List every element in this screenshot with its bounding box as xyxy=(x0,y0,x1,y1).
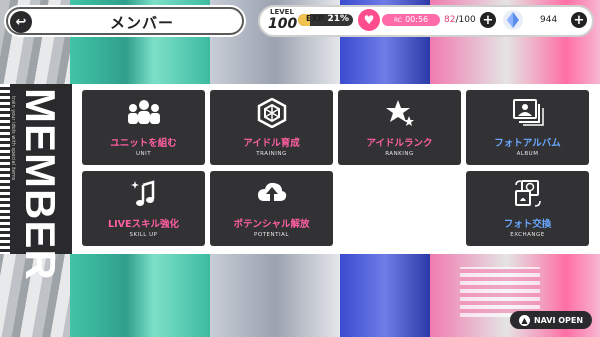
back-arrow-icon: ↩ xyxy=(15,14,27,30)
back-button[interactable]: ↩ xyxy=(10,11,32,33)
star-rank-icon xyxy=(385,100,414,126)
skill-up-tile-sublabel: SKILL UP xyxy=(129,232,158,238)
unit-tile[interactable]: ユニットを組む UNIT xyxy=(82,90,205,165)
stamina-timer-value: 00:56 xyxy=(405,15,429,24)
album-tile-sublabel: ALBUM xyxy=(516,151,539,157)
unit-tile-sublabel: UNIT xyxy=(135,151,152,157)
ranking-tile[interactable]: アイドルランク RANKING xyxy=(338,90,461,165)
potential-tile-sublabel: POTENTIAL xyxy=(254,232,289,238)
navi-open-label: NAVI OPEN xyxy=(533,315,584,325)
navi-open-button[interactable]: ▲ NAVI OPEN xyxy=(510,311,592,329)
stamina-current: 82 xyxy=(444,15,456,25)
potential-tile-label: ポテンシャル解放 xyxy=(233,219,310,230)
photo-exchange-icon xyxy=(514,180,541,207)
ranking-tile-sublabel: RANKING xyxy=(385,151,414,157)
training-tile-label: アイドル育成 xyxy=(243,138,300,149)
level-label: LEVEL xyxy=(270,8,294,16)
exchange-tile[interactable]: フォト交換 EXCHANGE xyxy=(466,171,589,246)
exchange-tile-label: フォト交換 xyxy=(503,219,552,230)
skill-up-tile-label: LIVEスキル強化 xyxy=(108,219,179,230)
training-tile[interactable]: アイドル育成 TRAINING xyxy=(210,90,333,165)
training-tile-sublabel: TRAINING xyxy=(256,151,287,157)
up-arrow-icon: ▲ xyxy=(518,314,530,326)
exp-label: EXP xyxy=(306,14,324,23)
stamina-count: 82/100 xyxy=(444,15,476,25)
music-note-sparkle-icon xyxy=(130,180,154,206)
hexagon-training-icon xyxy=(257,98,286,128)
cloud-upload-icon xyxy=(257,182,286,201)
stamina-timer: RC 00:56 xyxy=(394,15,428,24)
exp-display: EXP 21% xyxy=(306,14,349,24)
side-title: MEMBER xyxy=(17,88,64,281)
stamina-max: /100 xyxy=(455,15,476,25)
exchange-tile-sublabel: EXCHANGE xyxy=(510,232,545,238)
people-group-icon xyxy=(127,100,160,124)
add-stamina-button[interactable]: + xyxy=(480,12,496,28)
level-value: 100 xyxy=(268,16,298,32)
ranking-tile-label: アイドルランク xyxy=(366,138,433,149)
potential-tile[interactable]: ポテンシャル解放 POTENTIAL xyxy=(210,171,333,246)
heart-icon: ♥ xyxy=(358,9,380,31)
gem-count: 944 xyxy=(540,15,558,25)
page-title: メンバー xyxy=(109,14,174,32)
exp-percent: 21% xyxy=(327,14,350,24)
photo-album-icon xyxy=(512,99,544,126)
side-subtitle: train your idols with special items xyxy=(10,96,16,181)
unit-tile-label: ユニットを組む xyxy=(110,138,177,149)
album-tile-label: フォトアルバム xyxy=(494,138,561,149)
stamina-prefix: RC xyxy=(394,17,403,24)
add-gems-button[interactable]: + xyxy=(571,12,587,28)
album-tile[interactable]: フォトアルバム ALBUM xyxy=(466,90,589,165)
skill-up-tile[interactable]: LIVEスキル強化 SKILL UP xyxy=(82,171,205,246)
gem-icon xyxy=(503,10,523,30)
